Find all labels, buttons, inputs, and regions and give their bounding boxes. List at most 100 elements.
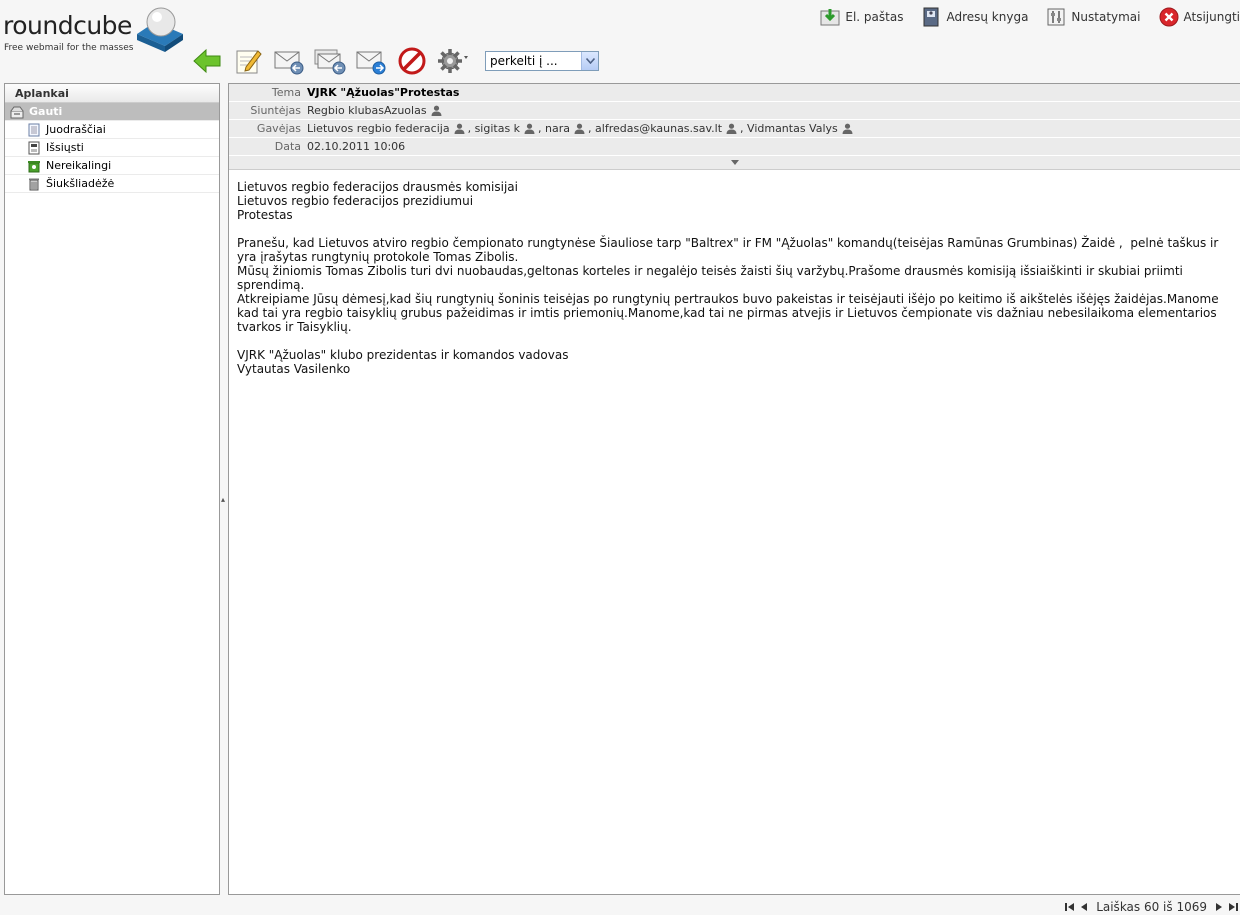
folder-junk-label: Nereikalingi [46, 159, 112, 172]
nav-settings-label: Nustatymai [1071, 10, 1141, 24]
logo-box-icon [137, 7, 183, 52]
recipient-name: nara [545, 122, 571, 135]
body-line: Vytautas Vasilenko [237, 362, 351, 376]
next-page-icon[interactable] [1214, 902, 1224, 912]
drafts-icon [28, 123, 40, 136]
trash-icon [29, 178, 39, 190]
message-subject: VJRK "Ąžuolas"Protestas [307, 86, 460, 99]
delete-icon [398, 47, 426, 75]
nav-mail[interactable]: El. paštas [820, 6, 903, 28]
header-subject-label: Tema [271, 86, 301, 99]
add-contact-icon[interactable] [726, 123, 737, 134]
folder-trash[interactable]: Šiukšliadėžė [5, 175, 219, 193]
mail-download-icon [820, 9, 840, 26]
header-subject-row: Tema VJRK "Ąžuolas"Protestas [229, 84, 1240, 102]
message-view-panel: Tema VJRK "Ąžuolas"Protestas Siuntėjas R… [228, 83, 1240, 895]
logo-wordmark: roundcube [3, 11, 132, 40]
nav-address-book[interactable]: Adresų knyga [921, 6, 1028, 28]
address-book-icon [923, 7, 939, 27]
recipient-name: alfredas@kaunas.sav.lt [595, 122, 723, 135]
body-line: Lietuvos regbio federacijos prezidiumui [237, 194, 474, 208]
panel-splitter-handle[interactable]: ▴ [221, 495, 225, 504]
chevron-down-icon [731, 160, 739, 165]
nav-settings[interactable]: Nustatymai [1046, 6, 1141, 28]
recipient-contact[interactable]: nara , [545, 122, 595, 135]
folder-inbox-label: Gauti [29, 105, 63, 118]
folders-header: Aplankai [5, 84, 219, 103]
message-count: Laiškas 60 iš 1069 [1096, 900, 1207, 914]
compose-icon [236, 50, 262, 74]
body-line: Protestas [237, 208, 293, 222]
arrow-left-icon [193, 48, 221, 74]
header-from-label: Siuntėjas [250, 104, 301, 117]
add-contact-icon[interactable] [574, 123, 585, 134]
move-to-folder-value: perkelti į ... [490, 54, 558, 68]
recipient-contact[interactable]: alfredas@kaunas.sav.lt , [595, 122, 747, 135]
settings-icon [1047, 8, 1065, 26]
sent-icon [28, 141, 40, 154]
sender-contact[interactable]: Regbio klubasAzuolas [307, 104, 445, 117]
folder-drafts[interactable]: Juodraščiai [5, 121, 219, 139]
folder-inbox[interactable]: Gauti [5, 103, 219, 121]
message-pagination: Laiškas 60 iš 1069 [1063, 899, 1240, 915]
folder-list-panel: Aplankai Gauti Juodraščiai Išsiųsti Nere… [4, 83, 220, 895]
forward-icon [356, 51, 386, 75]
reply-all-icon [314, 49, 346, 75]
back-button[interactable] [190, 45, 224, 77]
more-actions-button[interactable] [436, 45, 470, 77]
recipient-contact[interactable]: Lietuvos regbio federacija , [307, 122, 475, 135]
add-contact-icon[interactable] [842, 123, 853, 134]
header-to-row: Gavėjas Lietuvos regbio federacija , sig… [229, 120, 1240, 138]
logo-tagline: Free webmail for the masses [4, 43, 134, 53]
body-line: Mūsų žiniomis Tomas Zibolis turi dvi nuo… [237, 264, 1187, 292]
reply-icon [274, 51, 304, 75]
recipient-name: Vidmantas Valys [747, 122, 838, 135]
body-line: Pranešu, kad Lietuvos atviro regbio čemp… [237, 236, 1223, 264]
message-toolbar: perkelti į ... [190, 45, 599, 77]
header-to-label: Gavėjas [256, 122, 301, 135]
last-page-icon[interactable] [1228, 902, 1238, 912]
message-headers: Tema VJRK "Ąžuolas"Protestas Siuntėjas R… [229, 84, 1240, 170]
header-date-row: Data 02.10.2011 10:06 [229, 138, 1240, 156]
first-page-icon[interactable] [1065, 902, 1075, 912]
folder-junk[interactable]: Nereikalingi [5, 157, 219, 175]
chevron-down-icon [581, 52, 598, 70]
add-contact-icon[interactable] [454, 123, 465, 134]
compose-button[interactable] [231, 45, 265, 77]
body-line: VJRK "Ąžuolas" klubo prezidentas ir koma… [237, 348, 569, 362]
recipient-contact[interactable]: sigitas k , [475, 122, 545, 135]
header-date-label: Data [274, 140, 301, 153]
gear-icon [438, 49, 468, 73]
sender-name: Regbio klubasAzuolas [307, 104, 427, 117]
reply-button[interactable] [272, 45, 306, 77]
folder-drafts-label: Juodraščiai [46, 123, 106, 136]
previous-page-icon[interactable] [1079, 902, 1089, 912]
message-body: Lietuvos regbio federacijos drausmės kom… [229, 170, 1240, 386]
body-line: Lietuvos regbio federacijos drausmės kom… [237, 180, 518, 194]
recipient-contact[interactable]: Vidmantas Valys [747, 122, 856, 135]
nav-logout[interactable]: Atsijungti [1159, 6, 1240, 28]
top-navigation: El. paštas Adresų knyga Nustatymai Atsij… [802, 6, 1240, 28]
nav-mail-label: El. paštas [845, 10, 904, 24]
folder-trash-label: Šiukšliadėžė [46, 177, 115, 190]
roundcube-logo[interactable]: roundcube Free webmail for the masses [3, 6, 185, 56]
reply-all-button[interactable] [313, 45, 347, 77]
body-line: Atkreipiame Jūsų dėmesį,kad šių rungtyni… [237, 292, 1223, 334]
headers-toggle[interactable] [229, 156, 1240, 170]
delete-button[interactable] [395, 45, 429, 77]
inbox-icon [10, 106, 24, 118]
forward-button[interactable] [354, 45, 388, 77]
folder-sent[interactable]: Išsiųsti [5, 139, 219, 157]
nav-address-book-label: Adresų knyga [946, 10, 1029, 24]
add-contact-icon[interactable] [431, 105, 442, 116]
nav-logout-label: Atsijungti [1183, 10, 1240, 24]
message-date: 02.10.2011 10:06 [307, 140, 406, 153]
add-contact-icon[interactable] [524, 123, 535, 134]
folder-sent-label: Išsiųsti [46, 141, 84, 154]
recipient-name: Lietuvos regbio federacija [307, 122, 450, 135]
header-from-row: Siuntėjas Regbio klubasAzuolas [229, 102, 1240, 120]
junk-icon [28, 160, 40, 172]
move-to-folder-select[interactable]: perkelti į ... [485, 51, 599, 71]
logout-icon [1159, 7, 1178, 27]
recipient-name: sigitas k [474, 122, 521, 135]
